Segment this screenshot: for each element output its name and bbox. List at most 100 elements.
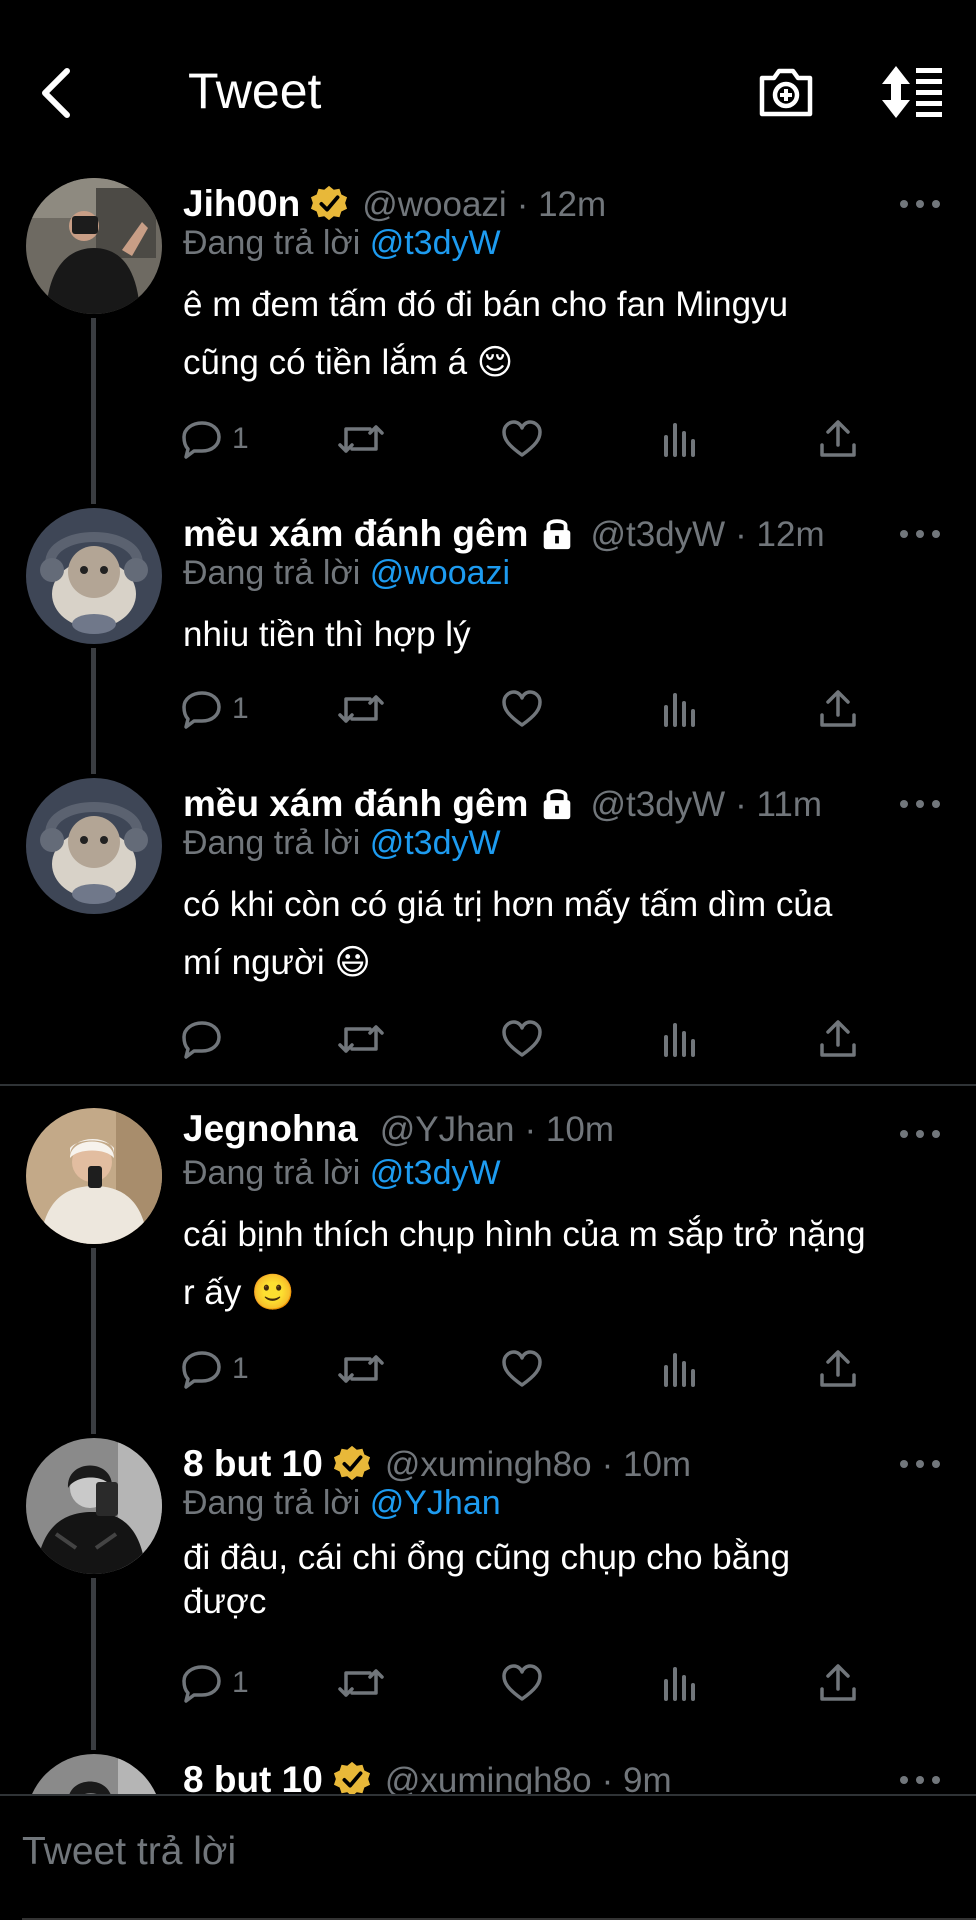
timestamp: · 10m <box>601 1445 692 1484</box>
more-options-button[interactable] <box>900 794 940 814</box>
heart-icon <box>502 690 542 727</box>
user-handle[interactable]: @xumingh8o <box>385 1445 592 1485</box>
display-name[interactable]: mều xám đánh gêm <box>183 513 528 555</box>
tweet[interactable]: mều xám đánh gêm @t3dyW · 12m Đang trả l… <box>0 500 976 774</box>
reply-icon <box>182 691 221 729</box>
timestamp: · 12m <box>516 185 607 224</box>
retweet-icon <box>338 425 384 453</box>
heart-icon <box>502 420 542 457</box>
views-button[interactable] <box>658 684 702 734</box>
sort-replies-button[interactable] <box>878 60 948 124</box>
analytics-icon <box>664 693 695 727</box>
reply-button[interactable]: 1 <box>180 1658 249 1708</box>
thread-line <box>91 648 96 774</box>
tweet[interactable]: Jegnohna @YJhan · 10m Đang trả lời @t3dy… <box>0 1100 976 1434</box>
tweet[interactable]: 8 but 10 @xumingh8o · 9m <box>0 1746 976 1794</box>
replying-to-mention[interactable]: @wooazi <box>370 554 510 592</box>
user-handle[interactable]: @xumingh8o <box>385 1761 592 1794</box>
reply-button[interactable]: 1 <box>180 1344 249 1394</box>
tweet-text-line: nhiu tiền thì hợp lý <box>183 615 471 654</box>
like-button[interactable] <box>500 684 544 734</box>
replying-to-label: Đang trả lời <box>183 224 361 262</box>
timestamp: · 10m <box>524 1110 614 1149</box>
replying-to: Đang trả lời @YJhan <box>183 1484 501 1523</box>
user-handle[interactable]: @t3dyW <box>590 785 725 825</box>
retweet-button[interactable] <box>336 1014 386 1064</box>
more-options-button[interactable] <box>900 194 940 214</box>
camera-plus-icon <box>759 68 813 117</box>
more-options-button[interactable] <box>900 1124 940 1144</box>
retweet-button[interactable] <box>336 684 386 734</box>
replying-to-mention[interactable]: @t3dyW <box>370 824 501 862</box>
share-button[interactable] <box>816 1658 860 1708</box>
replying-to-mention[interactable]: @t3dyW <box>370 224 501 262</box>
reply-button[interactable]: 1 <box>180 684 249 734</box>
reply-thread: Jih00n @wooazi · 12m Đang trả lời @t3dyW… <box>0 170 976 1794</box>
user-handle[interactable]: @t3dyW <box>590 515 725 555</box>
share-button[interactable] <box>816 1014 860 1064</box>
sort-icon <box>882 66 942 118</box>
tweet-header: Jegnohna @YJhan · 10m <box>183 1108 856 1158</box>
tweet-header: Jih00n @wooazi · 12m <box>183 178 856 228</box>
share-icon <box>820 1350 856 1387</box>
verified-icon <box>333 1761 370 1794</box>
tweet-actions: 1 <box>180 1658 880 1708</box>
tweet-text: nhiu tiền thì hợp lý <box>183 606 943 664</box>
avatar[interactable] <box>26 178 162 314</box>
replying-to: Đang trả lời @t3dyW <box>183 824 501 863</box>
replying-to-mention[interactable]: @YJhan <box>370 1484 501 1522</box>
avatar[interactable] <box>26 1754 162 1794</box>
more-options-button[interactable] <box>900 1770 940 1790</box>
like-button[interactable] <box>500 1344 544 1394</box>
display-name[interactable]: mều xám đánh gêm <box>183 783 528 825</box>
analytics-icon <box>664 1023 695 1057</box>
lock-icon <box>544 519 571 550</box>
reply-button[interactable] <box>180 1014 232 1064</box>
display-name[interactable]: 8 but 10 <box>183 1443 323 1485</box>
user-handle[interactable]: @YJhan <box>380 1110 515 1150</box>
views-button[interactable] <box>658 1344 702 1394</box>
like-button[interactable] <box>500 1014 544 1064</box>
user-handle[interactable]: @wooazi <box>362 185 506 225</box>
tweet-text-line: r ấy 🙂 <box>183 1273 295 1312</box>
tweet-text-line: đi đâu, cái chi ổng cũng chụp cho bằng <box>183 1538 791 1577</box>
retweet-button[interactable] <box>336 414 386 464</box>
avatar[interactable] <box>26 1438 162 1574</box>
retweet-button[interactable] <box>336 1344 386 1394</box>
tweet-text: cái bịnh thích chụp hình của m sắp trở n… <box>183 1206 943 1322</box>
views-button[interactable] <box>658 414 702 464</box>
page-title: Tweet <box>188 63 322 119</box>
tweet[interactable]: Jih00n @wooazi · 12m Đang trả lời @t3dyW… <box>0 170 976 504</box>
back-button[interactable] <box>32 58 82 128</box>
share-icon <box>820 1664 856 1701</box>
views-button[interactable] <box>658 1658 702 1708</box>
avatar[interactable] <box>26 1108 162 1244</box>
tweet-actions: 1 <box>180 414 880 464</box>
like-button[interactable] <box>500 1658 544 1708</box>
verified-icon <box>311 185 348 221</box>
tweet-actions: 1 <box>180 684 880 734</box>
verified-icon <box>333 1445 370 1481</box>
share-button[interactable] <box>816 414 860 464</box>
reply-button[interactable]: 1 <box>180 414 249 464</box>
views-button[interactable] <box>658 1014 702 1064</box>
avatar[interactable] <box>26 508 162 644</box>
more-options-button[interactable] <box>900 1454 940 1474</box>
tweet-text: đi đâu, cái chi ổng cũng chụp cho bằng đ… <box>183 1536 943 1624</box>
share-button[interactable] <box>816 1344 860 1394</box>
more-options-button[interactable] <box>900 524 940 544</box>
camera-button[interactable] <box>756 62 816 122</box>
tweet-text: ê m đem tấm đó đi bán cho fan Mingyu cũn… <box>183 276 943 392</box>
reply-input[interactable] <box>22 1830 922 1874</box>
retweet-button[interactable] <box>336 1658 386 1708</box>
replying-to-mention[interactable]: @t3dyW <box>370 1154 501 1192</box>
share-button[interactable] <box>816 684 860 734</box>
tweet[interactable]: 8 but 10 @xumingh8o · 10m Đang trả lời @… <box>0 1430 976 1750</box>
tweet[interactable]: mều xám đánh gêm @t3dyW · 11m Đang trả l… <box>0 770 976 1086</box>
reply-icon <box>182 421 221 459</box>
display-name[interactable]: 8 but 10 <box>183 1759 323 1794</box>
avatar[interactable] <box>26 778 162 914</box>
display-name[interactable]: Jegnohna <box>183 1108 358 1150</box>
like-button[interactable] <box>500 414 544 464</box>
display-name[interactable]: Jih00n <box>183 183 300 225</box>
